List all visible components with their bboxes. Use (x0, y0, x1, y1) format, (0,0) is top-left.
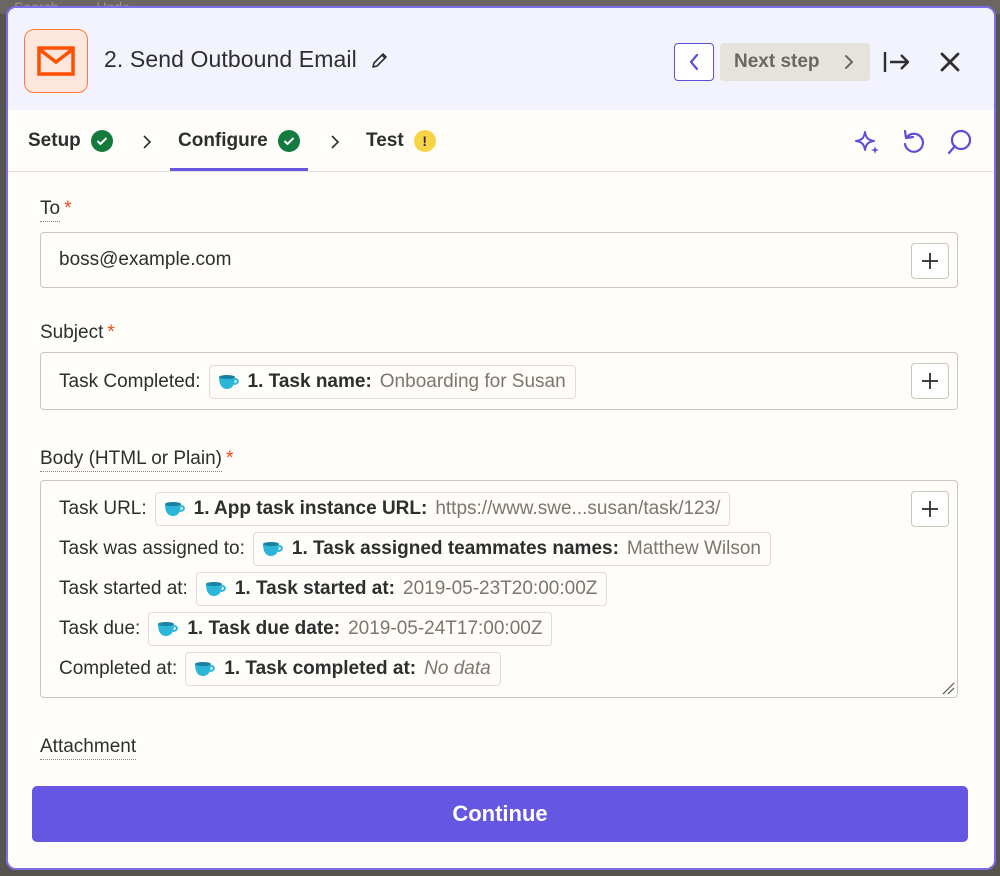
to-label: To * (40, 198, 71, 222)
subject-field[interactable]: Task Completed: 1. Task name: Onboarding… (40, 352, 958, 410)
warning-circle-icon: ! (413, 130, 436, 152)
step-title: 2. Send Outbound Email (104, 46, 357, 72)
data-pill[interactable]: 1. Task started at: 2019-05-23T20:00:00Z (195, 572, 608, 606)
teacup-app-icon (164, 502, 185, 516)
next-step-label: Next step (734, 51, 820, 72)
step-editor-modal: 2. Send Outbound Email Next step Setup C… (6, 6, 996, 870)
close-icon[interactable] (938, 50, 962, 74)
comment-icon[interactable] (946, 128, 974, 156)
chevron-right-icon (844, 55, 853, 69)
body-field[interactable]: Task URL: 1. App task instance URL: http… (40, 480, 958, 698)
tab-test[interactable]: Test ! (366, 130, 436, 152)
teacup-app-icon (218, 375, 239, 389)
email-app-icon (24, 29, 88, 93)
plus-icon (922, 253, 938, 269)
step-tabs: Setup Configure Test ! (8, 110, 994, 172)
teacup-app-icon (205, 582, 226, 596)
data-pill[interactable]: 1. Task due date: 2019-05-24T17:00:00Z (148, 612, 553, 646)
edit-pencil-icon[interactable] (370, 50, 390, 70)
insert-data-button[interactable] (911, 363, 949, 399)
to-field[interactable]: boss@example.com (40, 232, 958, 288)
insert-data-button[interactable] (911, 491, 949, 527)
modal-footer: Continue (8, 766, 994, 868)
resize-handle-icon[interactable] (941, 681, 955, 695)
check-circle-icon (90, 130, 113, 152)
previous-step-button[interactable] (674, 43, 714, 81)
plus-icon (922, 501, 938, 517)
undo-refresh-icon[interactable] (900, 128, 928, 156)
data-pill[interactable]: 1. Task name: Onboarding for Susan (208, 365, 576, 399)
body-line: Task due: 1. Task due date: 2019-05-24T1… (59, 609, 771, 649)
chevron-left-icon (689, 53, 699, 71)
check-circle-icon (277, 130, 300, 152)
teacup-app-icon (158, 622, 179, 636)
subject-label: Subject * (40, 322, 115, 343)
tab-setup[interactable]: Setup (28, 130, 113, 152)
body-line: Task URL: 1. App task instance URL: http… (59, 489, 771, 529)
configure-form: To * boss@example.com Subject * Task Com… (8, 172, 994, 766)
body-line: Task started at: 1. Task started at: 201… (59, 569, 771, 609)
ai-sparkle-icon[interactable] (854, 128, 882, 156)
attachment-label: Attachment (40, 736, 137, 760)
tab-setup-label: Setup (28, 130, 81, 151)
data-pill[interactable]: 1. Task completed at: No data (185, 652, 501, 686)
teacup-app-icon (262, 542, 283, 556)
body-line: Completed at: 1. Task completed at: No d… (59, 649, 771, 689)
data-pill[interactable]: 1. Task assigned teammates names: Matthe… (252, 532, 772, 566)
teacup-app-icon (195, 662, 216, 676)
envelope-icon (37, 46, 75, 76)
modal-header: 2. Send Outbound Email Next step (8, 8, 994, 110)
to-value: boss@example.com (59, 249, 232, 270)
subject-prefix: Task Completed: (59, 371, 201, 392)
active-tab-indicator (170, 168, 308, 171)
tab-test-label: Test (366, 130, 404, 151)
insert-data-button[interactable] (911, 243, 949, 279)
chevron-right-icon (143, 135, 152, 149)
continue-button[interactable]: Continue (32, 786, 968, 842)
next-step-button[interactable]: Next step (720, 43, 870, 81)
body-label: Body (HTML or Plain) * (40, 448, 233, 472)
body-lines: Task URL: 1. App task instance URL: http… (59, 489, 772, 689)
body-line: Task was assigned to: 1. Task assigned t… (59, 529, 772, 569)
tab-configure-label: Configure (178, 130, 268, 151)
tab-configure[interactable]: Configure (178, 130, 300, 152)
chevron-right-icon (331, 135, 340, 149)
plus-icon (922, 373, 938, 389)
data-pill[interactable]: 1. App task instance URL: https://www.sw… (154, 492, 731, 526)
expand-panel-icon[interactable] (882, 50, 912, 74)
